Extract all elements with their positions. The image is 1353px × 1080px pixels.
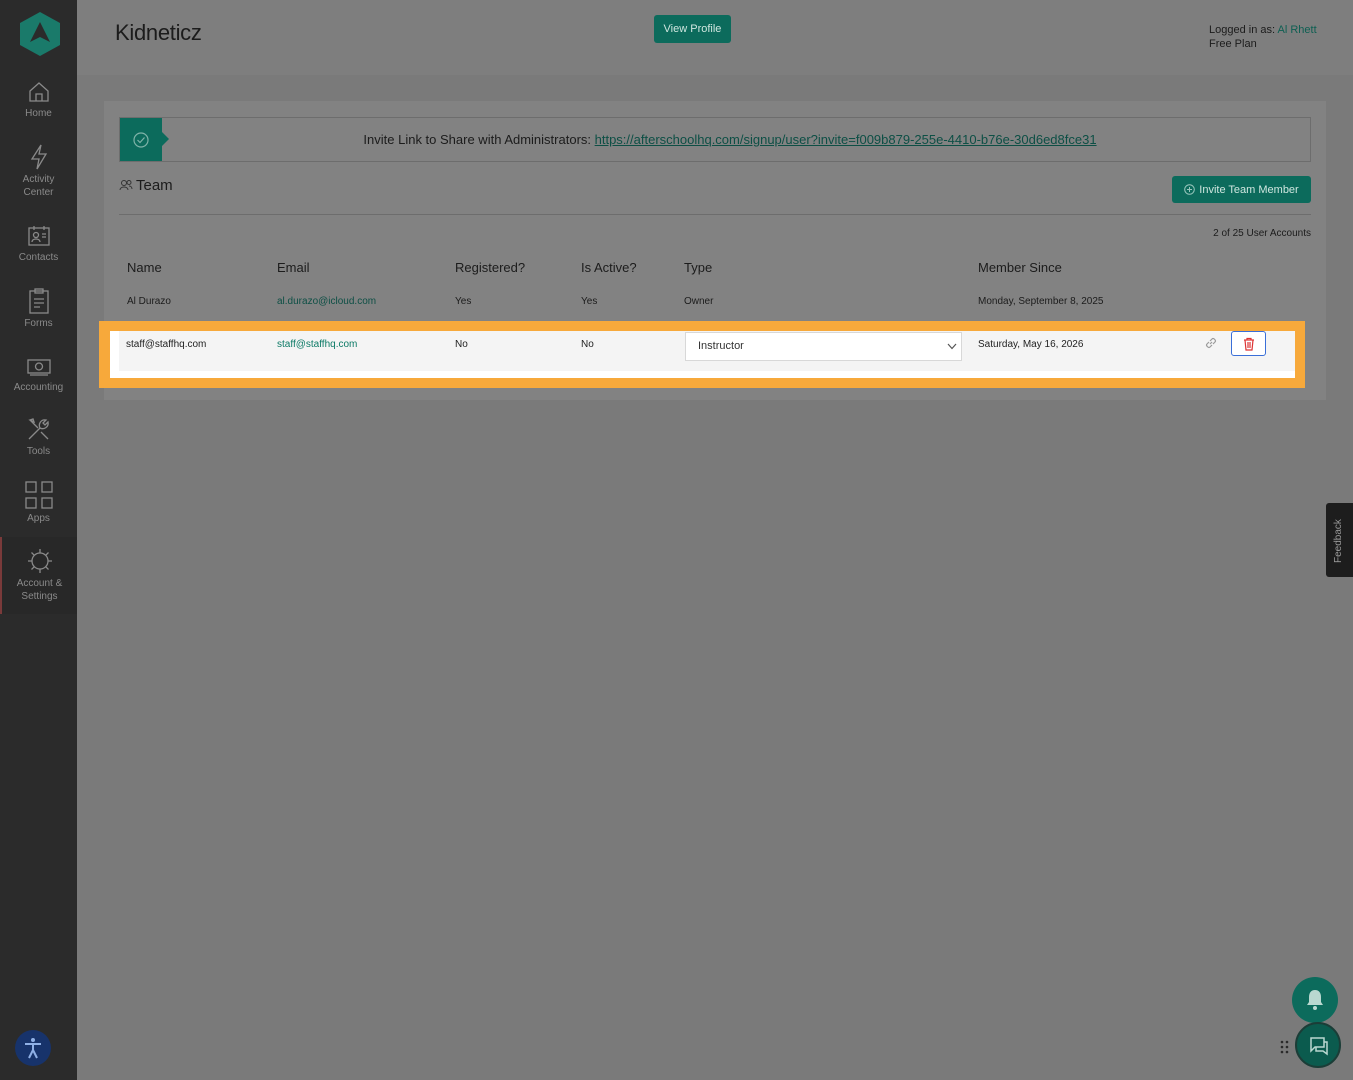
plus-circle-icon — [1184, 183, 1196, 195]
column-header-type: Type — [684, 260, 713, 275]
top-header: Kidneticz View Profile Logged in as: Al … — [77, 0, 1353, 75]
sidebar-item-apps[interactable]: Apps — [0, 481, 77, 526]
sidebar-item-label: Activity Center — [22, 174, 55, 198]
account-count: 2 of 25 User Accounts — [1213, 228, 1311, 239]
sidebar-item-account-settings[interactable]: Account & Settings — [0, 537, 77, 614]
invite-label: Invite Link to Share with Administrators… — [363, 132, 595, 147]
copy-link-icon[interactable] — [1204, 336, 1218, 350]
lightning-icon — [30, 144, 47, 170]
row-registered: No — [455, 339, 468, 350]
invite-team-member-button[interactable]: Invite Team Member — [1172, 176, 1311, 203]
column-header-email: Email — [277, 260, 310, 275]
invite-link[interactable]: https://afterschoolhq.com/signup/user?in… — [595, 132, 1097, 147]
row-active: No — [581, 339, 594, 350]
sidebar: Home Activity Center Contacts Forms Acco… — [0, 0, 77, 1080]
invite-link-banner: Invite Link to Share with Administrators… — [119, 117, 1311, 162]
sidebar-item-label: Home — [25, 108, 52, 119]
drag-handle-icon[interactable] — [1280, 1040, 1290, 1054]
chevron-down-icon — [947, 343, 957, 350]
column-header-registered: Registered? — [455, 260, 526, 275]
cash-icon — [26, 359, 51, 376]
sidebar-item-label: Accounting — [13, 382, 64, 393]
sidebar-item-contacts[interactable]: Contacts — [0, 224, 77, 265]
plan-label: Free Plan — [1209, 38, 1257, 50]
sidebar-item-label: Contacts — [18, 252, 59, 263]
type-select-value: Instructor — [698, 340, 744, 352]
table-row: staff@staffhq.com staff@staffhq.com No N… — [119, 331, 1295, 371]
tools-icon — [27, 418, 49, 440]
sidebar-item-label: Forms — [24, 318, 53, 329]
table-row: Al Durazo al.durazo@icloud.com Yes Yes O… — [119, 287, 1311, 317]
delete-user-button[interactable] — [1231, 331, 1266, 356]
sidebar-item-tools[interactable]: Tools — [0, 416, 77, 459]
page-title: Kidneticz — [115, 20, 202, 45]
invite-team-member-label: Invite Team Member — [1199, 183, 1299, 196]
clipboard-icon — [28, 288, 49, 314]
invite-text: Invite Link to Share with Administrators… — [120, 132, 1310, 147]
chat-icon — [1310, 1037, 1328, 1056]
sidebar-item-forms[interactable]: Forms — [0, 288, 77, 331]
team-title-text: Team — [136, 177, 173, 194]
sidebar-item-activity-center[interactable]: Activity Center — [0, 144, 77, 199]
sidebar-item-home[interactable]: Home — [0, 80, 77, 121]
row-email-link[interactable]: staff@staffhq.com — [277, 339, 357, 350]
home-icon — [28, 82, 49, 102]
column-header-member-since: Member Since — [978, 260, 1062, 275]
bell-icon — [1307, 990, 1323, 1010]
sidebar-item-label: Account & Settings — [16, 578, 63, 602]
divider — [119, 214, 1311, 215]
chat-button[interactable] — [1295, 1022, 1341, 1068]
row-member-since: Saturday, May 16, 2026 — [978, 339, 1084, 350]
team-icon — [119, 180, 133, 191]
user-name-link[interactable]: Al Rhett — [1278, 24, 1317, 36]
gear-icon — [27, 549, 52, 573]
contacts-icon — [27, 226, 50, 246]
row-member-since: Monday, September 8, 2025 — [978, 296, 1104, 307]
row-name: staff@staffhq.com — [126, 339, 207, 350]
row-type: Owner — [684, 296, 714, 307]
sidebar-item-accounting[interactable]: Accounting — [0, 356, 77, 395]
sidebar-item-label: Tools — [26, 446, 51, 457]
feedback-tab[interactable]: Feedback — [1326, 503, 1353, 577]
team-heading: Team — [119, 177, 173, 194]
accessibility-icon — [25, 1038, 41, 1059]
afterschoolhq-logo[interactable] — [20, 12, 60, 56]
row-active: Yes — [581, 296, 598, 307]
type-select[interactable]: Instructor — [685, 332, 962, 361]
apps-grid-icon — [24, 481, 53, 509]
trash-icon — [1244, 337, 1254, 351]
login-info: Logged in as: Al Rhett Free Plan — [1209, 23, 1317, 51]
feedback-label: Feedback — [1333, 519, 1344, 563]
view-profile-button[interactable]: View Profile — [654, 15, 731, 43]
row-email-link[interactable]: al.durazo@icloud.com — [277, 296, 376, 307]
row-registered: Yes — [455, 296, 472, 307]
notifications-button[interactable] — [1292, 977, 1338, 1023]
column-header-name: Name — [127, 260, 162, 275]
accessibility-button[interactable] — [15, 1030, 51, 1066]
column-header-active: Is Active? — [581, 260, 637, 275]
table-row-highlighted: staff@staffhq.com staff@staffhq.com No N… — [110, 331, 1295, 378]
row-name: Al Durazo — [127, 296, 171, 307]
sidebar-item-label: Apps — [27, 513, 50, 524]
logged-in-prefix: Logged in as: — [1209, 24, 1278, 36]
